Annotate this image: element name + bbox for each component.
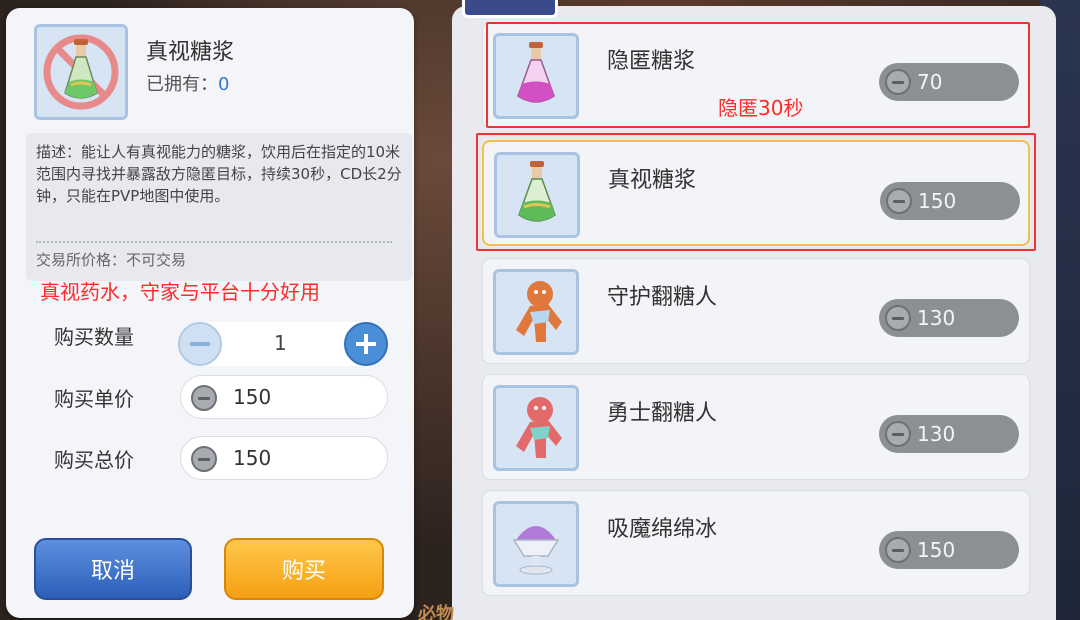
- unit-price-label: 购买单价: [54, 387, 134, 411]
- decrease-quantity-button[interactable]: [178, 322, 222, 366]
- annotation-note: 真视药水，守家与平台十分好用: [40, 280, 320, 304]
- coin-icon: [885, 421, 911, 447]
- shaved-ice-icon: [512, 526, 560, 575]
- item-name: 守护翻糖人: [607, 285, 718, 310]
- item-price: 130: [917, 306, 956, 330]
- coin-icon: [191, 446, 217, 472]
- owned-value: 0: [218, 74, 230, 95]
- shop-item[interactable]: 勇士翻糖人 130: [482, 374, 1030, 480]
- coin-icon: [885, 537, 911, 563]
- category-banner: [462, 0, 558, 18]
- quantity-label: 购买数量: [54, 325, 134, 349]
- price-tag: 150: [879, 531, 1019, 569]
- trade-price-row: 交易所价格：不可交易: [36, 249, 186, 270]
- quantity-stepper: 1: [178, 322, 388, 366]
- coin-icon: [191, 385, 217, 411]
- owned-count: 已拥有：0: [146, 70, 229, 96]
- gingerbread-icon: [516, 397, 562, 458]
- item-price: 130: [917, 422, 956, 446]
- owned-label: 已拥有：: [146, 74, 218, 95]
- item-thumbnail: [493, 501, 579, 587]
- item-name: 勇士翻糖人: [607, 401, 718, 426]
- description-box: 描述：能让人有真视能力的糖浆，饮用后在指定的10米范围内寻找并暴露敌方隐匿目标，…: [26, 133, 412, 281]
- increase-quantity-button[interactable]: [344, 322, 388, 366]
- green-potion-icon: [43, 34, 119, 110]
- shop-item[interactable]: 守护翻糖人 130: [482, 258, 1030, 364]
- unit-price-field: 150: [180, 375, 388, 419]
- unit-price-value: 150: [233, 385, 272, 409]
- minus-icon: [190, 342, 210, 346]
- item-thumbnail: [493, 269, 579, 355]
- item-thumbnail: [493, 385, 579, 471]
- divider: [36, 241, 392, 243]
- item-name: 真视糖浆: [146, 40, 235, 65]
- quantity-value[interactable]: 1: [274, 331, 287, 355]
- background-text: 必物: [418, 604, 454, 620]
- coin-icon: [885, 305, 911, 331]
- buy-button[interactable]: 购买: [224, 538, 384, 600]
- shop-item[interactable]: 吸魔绵绵冰 150: [482, 490, 1030, 596]
- total-price-label: 购买总价: [54, 448, 134, 472]
- price-tag: 130: [879, 415, 1019, 453]
- item-thumbnail: [34, 24, 128, 120]
- item-name: 吸魔绵绵冰: [607, 517, 718, 542]
- item-detail-panel: 真视糖浆 已拥有：0 描述：能让人有真视能力的糖浆，饮用后在指定的10米范围内寻…: [6, 8, 414, 618]
- cancel-button[interactable]: 取消: [34, 538, 192, 600]
- gingerbread-icon: [516, 281, 562, 342]
- total-price-field: 150: [180, 436, 388, 480]
- total-price-value: 150: [233, 446, 272, 470]
- item-price: 150: [917, 538, 956, 562]
- trade-price-value: 不可交易: [126, 251, 187, 269]
- price-tag: 130: [879, 299, 1019, 337]
- plus-icon: [356, 334, 376, 354]
- trade-price-label: 交易所价格：: [36, 251, 127, 269]
- annotation-note: 隐匿30秒: [718, 96, 804, 120]
- item-description: 描述：能让人有真视能力的糖浆，饮用后在指定的10米范围内寻找并暴露敌方隐匿目标，…: [36, 143, 402, 205]
- annotation-box: [476, 133, 1036, 251]
